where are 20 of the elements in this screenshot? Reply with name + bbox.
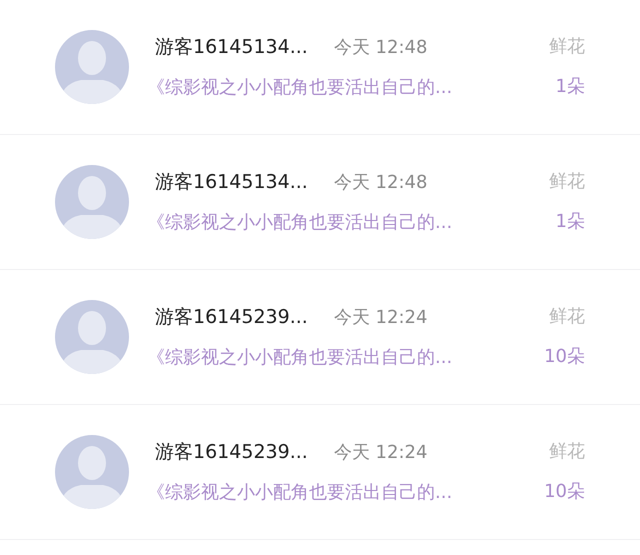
- gift-time: 今天 12:24: [334, 306, 428, 330]
- gift-type: 鲜花: [549, 35, 585, 59]
- gift-type: 鲜花: [549, 440, 585, 464]
- gift-count: 10朵: [544, 345, 585, 369]
- book-title[interactable]: 《综影视之小小配角也要活出自己的...: [147, 210, 523, 236]
- gift-time: 今天 12:48: [334, 170, 428, 194]
- gift-time: 今天 12:48: [334, 36, 428, 60]
- user-name: 游客16145134...: [155, 34, 308, 60]
- book-title[interactable]: 《综影视之小小配角也要活出自己的...: [147, 480, 518, 506]
- user-name: 游客16145239...: [155, 304, 308, 330]
- gift-count: 10朵: [544, 480, 585, 504]
- book-title[interactable]: 《综影视之小小配角也要活出自己的...: [147, 74, 523, 100]
- user-name: 游客16145239...: [155, 440, 308, 464]
- gift-count: 1朵: [556, 210, 585, 234]
- user-name: 游客16145134...: [155, 170, 308, 194]
- gift-type: 鲜花: [549, 170, 585, 194]
- gift-count: 1朵: [556, 75, 585, 99]
- book-title[interactable]: 《综影视之小小配角也要活出自己的...: [147, 344, 518, 370]
- gift-type: 鲜花: [549, 305, 585, 329]
- gift-time: 今天 12:24: [334, 440, 428, 464]
